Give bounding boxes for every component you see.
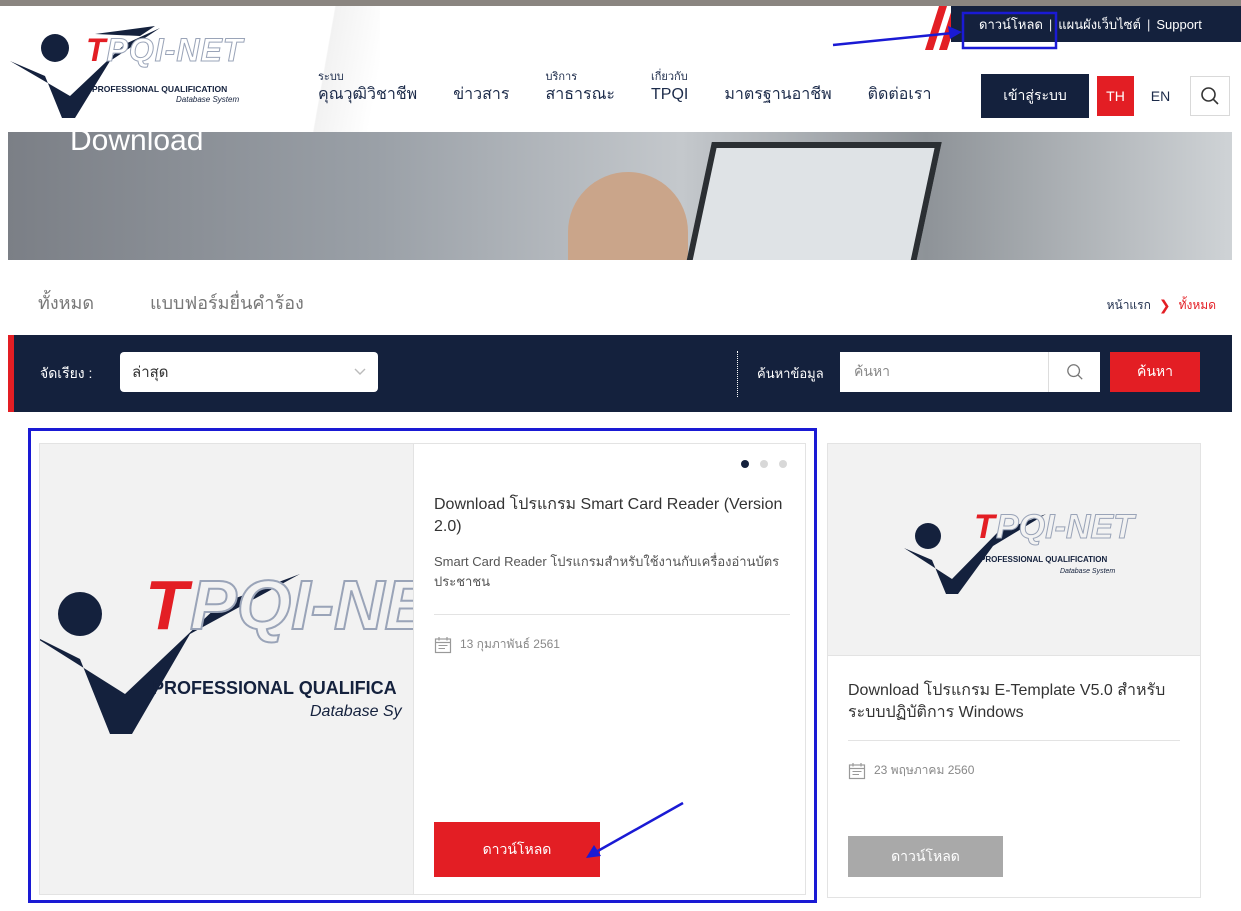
hero-image-hand [568, 172, 688, 260]
card-title[interactable]: Download โปรแกรม E-Template V5.0 สำหรับร… [848, 680, 1180, 724]
nav-item-prefix: ระบบ [318, 71, 344, 83]
download-card: T PQI-NET PROFESSIONAL QUALIFICATION Dat… [827, 443, 1201, 898]
category-tabs: ทั้งหมด แบบฟอร์มยื่นคำร้อง หน้าแรก ❯ ทั้… [8, 260, 1232, 335]
svg-text:PQI-NET: PQI-NET [996, 508, 1137, 546]
svg-text:T: T [974, 508, 998, 546]
tab-forms[interactable]: แบบฟอร์มยื่นคำร้อง [150, 288, 304, 317]
card-body: Download โปรแกรม E-Template V5.0 สำหรับร… [848, 680, 1180, 780]
lang-en-button[interactable]: EN [1142, 76, 1179, 116]
lang-th-button[interactable]: TH [1097, 76, 1134, 116]
search-label: ค้นหาข้อมูล [757, 366, 824, 381]
support-top-link[interactable]: Support [1156, 17, 1202, 32]
nav-item-label: คุณวุฒิวิชาชีพ [318, 86, 418, 103]
nav-item-qualification[interactable]: ระบบ คุณวุฒิวิชาชีพ [318, 68, 417, 118]
logo-line2: Database System [176, 95, 240, 104]
search-button[interactable]: ค้นหา [1110, 352, 1200, 392]
chevron-right-icon: ❯ [1158, 297, 1171, 313]
nav-item-about[interactable]: เกี่ยวกับ TPQI [651, 68, 688, 118]
nav-item-label: ข่าวสาร [453, 86, 510, 103]
nav-item-prefix: บริการ [545, 71, 578, 83]
card-image: T PQI-NET PROFESSIONAL QUALIFICATION Dat… [828, 444, 1200, 656]
breadcrumb-home[interactable]: หน้าแรก [1107, 296, 1151, 315]
nav-item-label: มาตรฐานอาชีพ [724, 86, 832, 103]
logo-line1: PROFESSIONAL QUALIFICATION [92, 84, 228, 94]
login-button[interactable]: เข้าสู่ระบบ [981, 74, 1089, 118]
search-placeholder: ค้นหา [854, 363, 891, 379]
chevron-down-icon [354, 368, 366, 375]
top-link-separator: | [1048, 16, 1053, 32]
card-divider [848, 740, 1180, 741]
card-date-text: 23 พฤษภาคม 2560 [874, 763, 975, 777]
sort-select[interactable]: ล่าสุด [120, 352, 378, 392]
header-search-button[interactable] [1190, 76, 1230, 116]
hero-title: Download [70, 132, 204, 157]
sitemap-top-link[interactable]: แผนผังเว็บไซต์ [1058, 14, 1141, 35]
download-top-link[interactable]: ดาวน์โหลด [979, 14, 1043, 35]
svg-text:Database System: Database System [1060, 568, 1115, 575]
filter-accent [8, 335, 14, 412]
search-icon [1201, 87, 1219, 105]
site-logo[interactable]: TPQI-NET PROFESSIONAL QUALIFICATION Data… [0, 6, 320, 126]
hero-banner: Download [8, 132, 1232, 260]
nav-item-label: ติดต่อเรา [867, 86, 932, 103]
filter-divider [737, 351, 738, 397]
top-link-separator: | [1146, 16, 1151, 32]
nav-item-prefix: เกี่ยวกับ [651, 71, 688, 83]
sort-value: ล่าสุด [132, 364, 169, 381]
tab-all[interactable]: ทั้งหมด [38, 288, 94, 317]
svg-text:PROFESSIONAL QUALIFICATION: PROFESSIONAL QUALIFICATION [980, 555, 1107, 564]
card-date: 23 พฤษภาคม 2560 [848, 761, 1180, 780]
filter-bar: จัดเรียง : ล่าสุด ค้นหาข้อมูล ค้นหา ค้นห… [8, 335, 1232, 412]
utility-links-bar: ดาวน์โหลด | แผนผังเว็บไซต์ | Support [951, 6, 1241, 42]
download-button[interactable]: ดาวน์โหลด [848, 836, 1003, 877]
breadcrumb: หน้าแรก ❯ ทั้งหมด [1107, 296, 1216, 315]
main-nav: ระบบ คุณวุฒิวิชาชีพ ข่าวสาร บริการ สาธาร… [318, 58, 967, 118]
search-icon [1066, 364, 1083, 380]
nav-item-label: TPQI [651, 86, 689, 103]
nav-item-public-service[interactable]: บริการ สาธารณะ [545, 68, 615, 118]
calendar-icon [848, 762, 866, 779]
breadcrumb-current: ทั้งหมด [1178, 298, 1216, 312]
nav-item-label: สาธารณะ [545, 86, 615, 103]
annotation-highlight-box [28, 428, 817, 903]
nav-item-standards[interactable]: มาตรฐานอาชีพ [724, 86, 831, 118]
search-input[interactable]: ค้นหา [840, 352, 1100, 392]
tpqi-logo-image: T PQI-NET PROFESSIONAL QUALIFICATION Dat… [904, 508, 1138, 594]
search-input-icon-button[interactable] [1048, 352, 1100, 392]
hero-image-tablet [684, 142, 942, 260]
nav-item-news[interactable]: ข่าวสาร [453, 86, 509, 118]
logo-brand: TPQI-NET [86, 32, 244, 69]
sort-label: จัดเรียง : [40, 365, 93, 381]
nav-item-contact[interactable]: ติดต่อเรา [868, 86, 932, 118]
